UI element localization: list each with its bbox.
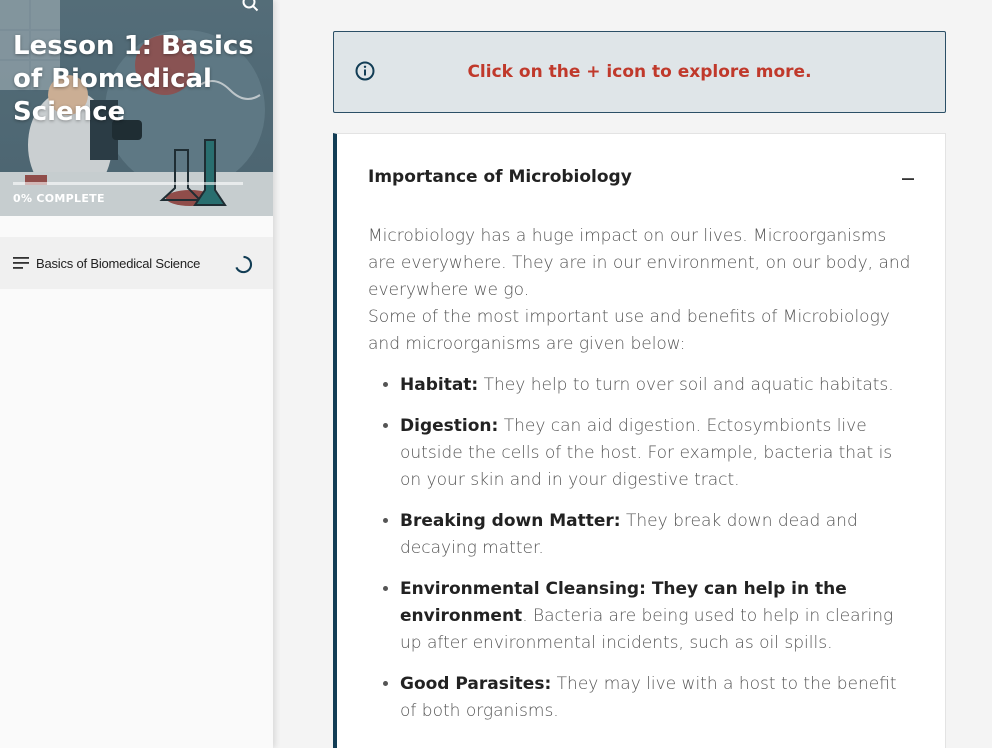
accordion-importance-of-microbiology: Importance of Microbiology Microbiology … — [333, 133, 946, 748]
benefits-list: Habitat: They help to turn over soil and… — [368, 372, 913, 725]
info-icon — [355, 61, 375, 81]
intro-paragraph: Some of the most important use and benef… — [368, 307, 890, 354]
search-icon[interactable] — [241, 0, 259, 12]
lesson-title: Lesson 1: Basics of Biomedical Science — [13, 31, 254, 127]
list-item: Digestion: They can aid digestion. Ectos… — [400, 413, 913, 494]
list-item: Habitat: They help to turn over soil and… — [400, 372, 913, 399]
progress-bar — [13, 182, 243, 185]
intro-paragraph: Microbiology has a huge impact on our li… — [368, 226, 911, 300]
list-item: Good Parasites: They may live with a hos… — [400, 671, 913, 725]
sidebar: Lesson 1: Basics of Biomedical Science 0… — [0, 0, 273, 748]
lesson-hero: Lesson 1: Basics of Biomedical Science 0… — [0, 0, 273, 216]
info-banner-text: Click on the + icon to explore more. — [467, 62, 812, 82]
list-item: Environmental Cleansing: They can help i… — [400, 576, 913, 657]
loading-spinner-icon — [235, 255, 253, 274]
accordion-body: Microbiology has a huge impact on our li… — [368, 223, 913, 739]
info-banner: Click on the + icon to explore more. — [333, 31, 946, 113]
main-content: Click on the + icon to explore more. Imp… — [273, 0, 992, 748]
sidebar-item-basics-of-biomedical-science[interactable]: Basics of Biomedical Science — [0, 237, 273, 289]
menu-lines-icon — [13, 257, 29, 269]
accordion-title[interactable]: Importance of Microbiology — [368, 167, 632, 187]
list-item: Breaking down Matter: They break down de… — [400, 508, 913, 562]
progress-label: 0% COMPLETE — [13, 192, 105, 205]
sidebar-item-label: Basics of Biomedical Science — [36, 255, 201, 271]
minus-icon[interactable] — [901, 172, 915, 186]
